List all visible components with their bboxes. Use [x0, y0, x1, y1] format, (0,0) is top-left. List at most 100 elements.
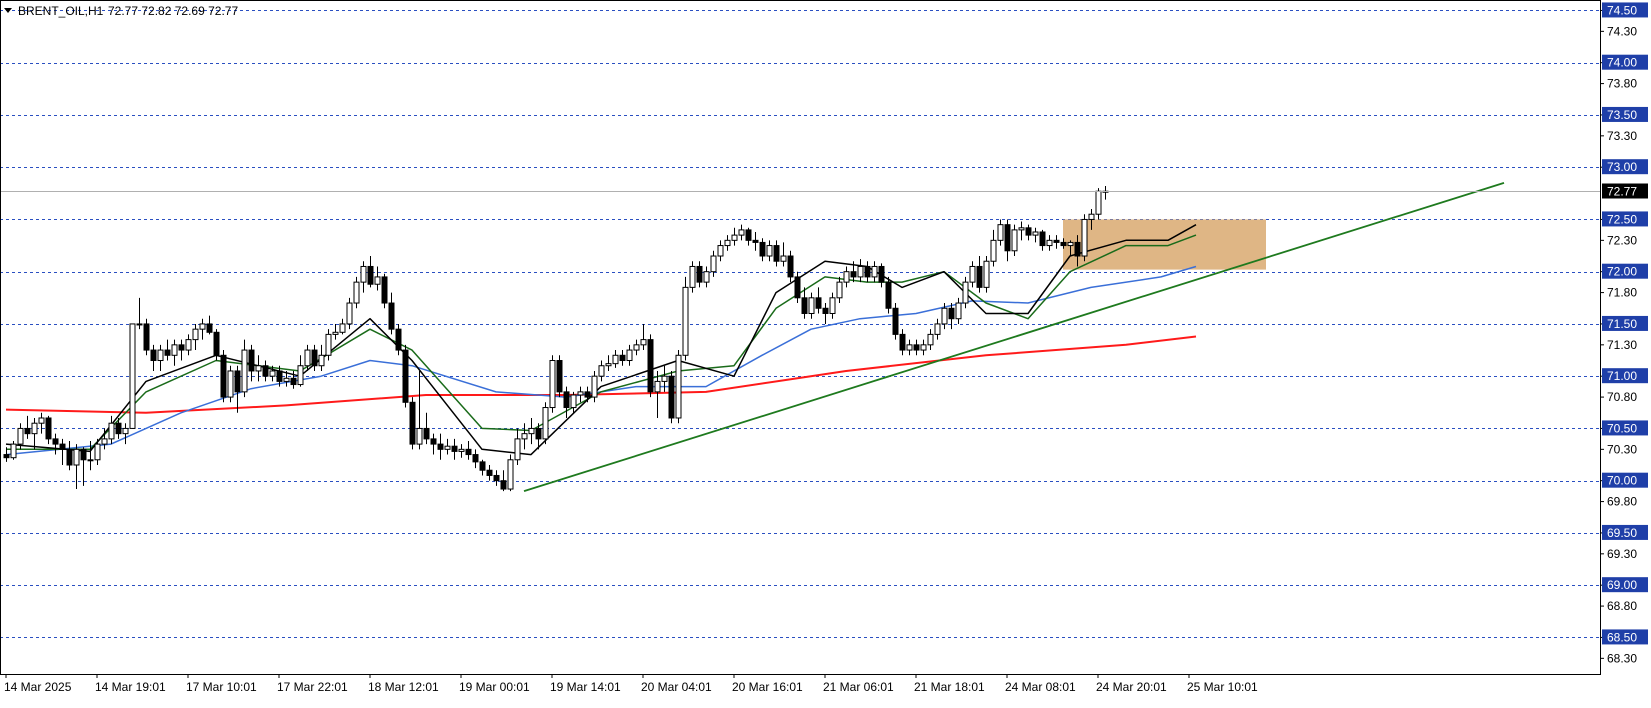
y-tick-label: 71.50	[1607, 317, 1637, 331]
candle-body-bear	[423, 427, 430, 440]
candle-body-bull	[1046, 239, 1053, 247]
candle-body-bear	[115, 422, 122, 435]
candle-body-bull	[969, 265, 976, 283]
y-tick-label: 68.80	[1607, 599, 1637, 613]
candle	[556, 355, 563, 398]
y-tick-label: 68.30	[1607, 651, 1637, 665]
candle-body-bear	[1039, 231, 1046, 247]
candle-body-bear	[479, 461, 486, 471]
candle-body-bull	[990, 239, 997, 262]
current-price-label: 72.77	[1607, 185, 1637, 199]
candle-body-bull	[171, 344, 178, 356]
x-tick-label: 19 Mar 00:01	[459, 680, 530, 694]
candle-body-bull	[857, 265, 864, 278]
candle-body-bear	[430, 438, 437, 445]
candle-body-bear	[850, 271, 857, 278]
y-tick-label: 74.00	[1607, 56, 1637, 70]
candle-body-bull	[612, 354, 619, 365]
candle	[885, 276, 892, 314]
candle-body-bear	[66, 448, 73, 466]
candle-body-bear	[381, 276, 388, 304]
chart-background	[0, 0, 1651, 708]
x-tick-label: 20 Mar 16:01	[732, 680, 803, 694]
candle	[227, 365, 234, 403]
candle	[668, 370, 675, 424]
y-tick-label: 71.80	[1607, 286, 1637, 300]
candle-body-bear	[500, 480, 507, 490]
candle-body-bear	[262, 365, 269, 377]
candle	[682, 276, 689, 361]
candle-body-bull	[283, 377, 290, 382]
candle-body-bull	[836, 281, 843, 299]
candle-body-bear	[1004, 224, 1011, 252]
candle-body-bull	[591, 375, 598, 398]
candle-body-bear	[948, 307, 955, 320]
candle-body-bull	[633, 344, 640, 351]
candle-body-bull	[661, 375, 668, 382]
candle-body-bull	[507, 459, 514, 490]
candle-body-bull	[983, 260, 990, 288]
candle-body-bull	[689, 265, 696, 288]
price-chart[interactable]: 74.50 74.30 74.00 73.80 73.50 73.30 73.00 72.50…	[0, 0, 1651, 708]
candle-body-bear	[213, 331, 220, 356]
candle	[647, 334, 654, 398]
candle-body-bull	[843, 271, 850, 283]
candle-body-bull	[577, 391, 584, 396]
x-tick-label: 17 Mar 10:01	[186, 680, 257, 694]
candle-body-bear	[248, 349, 255, 372]
candle-body-bear	[1025, 227, 1032, 236]
consolidation-zone-layer	[1063, 219, 1266, 270]
consolidation-zone	[1063, 219, 1266, 270]
candle-body-bull	[1032, 231, 1039, 236]
candle-body-bull	[1067, 241, 1074, 247]
candle-body-bear	[178, 344, 185, 351]
candle-body-bear	[878, 265, 885, 283]
candle-body-bull	[444, 445, 451, 450]
candle-body-bull	[199, 323, 206, 330]
candle	[143, 318, 150, 356]
candle-body-bull	[304, 349, 311, 367]
candle	[549, 355, 556, 413]
candle-body-bear	[3, 454, 10, 459]
candle-body-bull	[528, 427, 535, 435]
candle-body-bear	[759, 241, 766, 257]
y-tick-label: 73.30	[1607, 129, 1637, 143]
candle-body-bull	[374, 276, 381, 285]
candle-body-bull	[570, 394, 577, 409]
candle-body-bear	[752, 239, 759, 243]
candle-body-bear	[290, 377, 297, 386]
candle-body-bull	[710, 255, 717, 273]
y-tick-label: 72.50	[1607, 212, 1637, 226]
x-tick-label: 20 Mar 04:01	[641, 680, 712, 694]
candle-body-bear	[976, 265, 983, 288]
candle	[409, 397, 416, 450]
candle	[1081, 214, 1088, 262]
candle-body-bear	[234, 370, 241, 393]
x-tick-label: 14 Mar 2025	[4, 680, 72, 694]
candle-body-bull	[997, 224, 1004, 241]
y-tick-label: 74.30	[1607, 24, 1637, 38]
candle-body-bull	[871, 265, 878, 278]
candle-body-bull	[31, 422, 38, 435]
candle-body-bear	[465, 448, 472, 456]
candle-body-bull	[1095, 190, 1102, 215]
candle-body-bear	[1053, 239, 1060, 243]
candle-body-bull	[297, 365, 304, 386]
candle-body-bear	[745, 229, 752, 241]
y-tick-label: 71.00	[1607, 369, 1637, 383]
candle-body-bear	[409, 401, 416, 445]
x-tick-label: 18 Mar 12:01	[368, 680, 439, 694]
candle-body-bull	[549, 360, 556, 409]
candle-body-bull	[829, 297, 836, 314]
candle	[220, 350, 227, 403]
candle-body-bull	[73, 448, 80, 466]
candle	[983, 256, 990, 293]
y-tick-label: 72.00	[1607, 265, 1637, 279]
candle-body-bear	[276, 370, 283, 382]
candle-body-bear	[913, 344, 920, 351]
candle-body-bull	[129, 323, 136, 429]
x-tick-label: 25 Mar 10:01	[1187, 680, 1258, 694]
x-tick-label: 24 Mar 08:01	[1005, 680, 1076, 694]
candle	[892, 303, 899, 340]
candle-body-bull	[1088, 213, 1095, 220]
